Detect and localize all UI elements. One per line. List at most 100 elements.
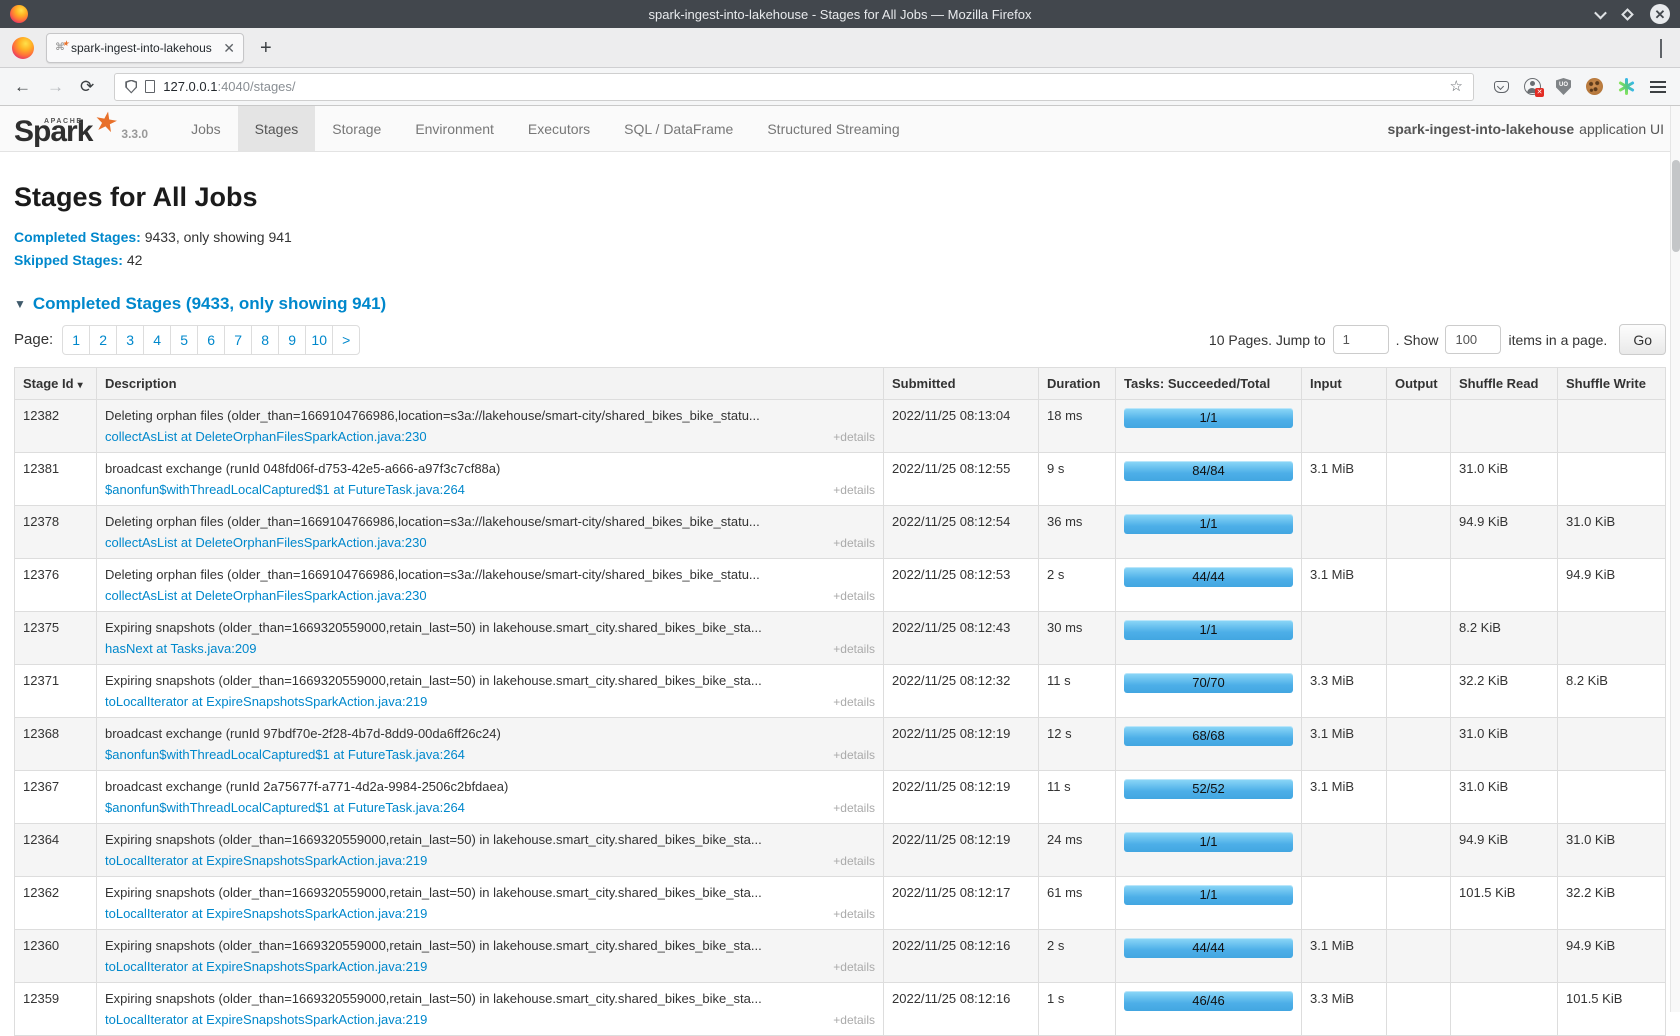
nav-item-storage[interactable]: Storage bbox=[315, 106, 398, 151]
details-toggle[interactable]: +details bbox=[833, 430, 875, 444]
details-toggle[interactable]: +details bbox=[833, 483, 875, 497]
output-cell bbox=[1387, 877, 1451, 930]
stage-callsite-link[interactable]: collectAsList at DeleteOrphanFilesSparkA… bbox=[105, 429, 427, 444]
column-header-description[interactable]: Description bbox=[97, 368, 884, 400]
details-toggle[interactable]: +details bbox=[833, 907, 875, 921]
reload-button[interactable]: ⟳ bbox=[80, 78, 94, 95]
page-button-9[interactable]: 9 bbox=[278, 325, 306, 355]
browser-tab[interactable]: ⌘★ spark-ingest-into-lakehous ✕ bbox=[46, 33, 244, 63]
nav-item-stages[interactable]: Stages bbox=[238, 106, 316, 151]
details-toggle[interactable]: +details bbox=[833, 642, 875, 656]
page-button-5[interactable]: 5 bbox=[170, 325, 198, 355]
ublock-origin-icon[interactable]: UO bbox=[1556, 78, 1571, 95]
details-toggle[interactable]: +details bbox=[833, 1013, 875, 1027]
stage-callsite-link[interactable]: toLocalIterator at ExpireSnapshotsSparkA… bbox=[105, 1012, 427, 1027]
details-toggle[interactable]: +details bbox=[833, 801, 875, 815]
page-button-8[interactable]: 8 bbox=[251, 325, 279, 355]
stage-id-cell: 12382 bbox=[15, 400, 97, 453]
details-toggle[interactable]: +details bbox=[833, 748, 875, 762]
section-title: Completed Stages (9433, only showing 941… bbox=[33, 294, 386, 314]
stage-callsite-link[interactable]: toLocalIterator at ExpireSnapshotsSparkA… bbox=[105, 906, 427, 921]
column-header-shuffle-read[interactable]: Shuffle Read bbox=[1451, 368, 1558, 400]
forward-button[interactable]: → bbox=[47, 78, 64, 95]
submitted-cell: 2022/11/25 08:12:32 bbox=[884, 665, 1039, 718]
nav-item-structured-streaming[interactable]: Structured Streaming bbox=[750, 106, 916, 151]
page-content: Stages for All Jobs Completed Stages: 94… bbox=[0, 182, 1680, 1036]
nav-item-jobs[interactable]: Jobs bbox=[174, 106, 238, 151]
bookmark-star-icon[interactable]: ☆ bbox=[1450, 79, 1463, 94]
page-button-1[interactable]: 1 bbox=[62, 325, 90, 355]
minimize-icon[interactable] bbox=[1594, 6, 1607, 19]
column-header-label: Tasks: Succeeded/Total bbox=[1124, 376, 1270, 391]
menu-icon[interactable] bbox=[1650, 81, 1666, 93]
cookie-extension-icon[interactable] bbox=[1586, 78, 1603, 95]
page-button-7[interactable]: 7 bbox=[224, 325, 252, 355]
details-toggle[interactable]: +details bbox=[833, 695, 875, 709]
stage-callsite-link[interactable]: toLocalIterator at ExpireSnapshotsSparkA… bbox=[105, 959, 427, 974]
details-toggle[interactable]: +details bbox=[833, 589, 875, 603]
spark-logo[interactable]: APACHE Spark ★ 3.3.0 bbox=[0, 106, 156, 151]
new-tab-button[interactable]: + bbox=[260, 38, 272, 58]
stage-description: broadcast exchange (runId 048fd06f-d753-… bbox=[105, 461, 875, 476]
items-per-page-input[interactable] bbox=[1445, 325, 1501, 354]
page-button-3[interactable]: 3 bbox=[116, 325, 144, 355]
details-toggle[interactable]: +details bbox=[833, 536, 875, 550]
submitted-cell: 2022/11/25 08:12:55 bbox=[884, 453, 1039, 506]
column-header-duration[interactable]: Duration bbox=[1039, 368, 1116, 400]
page-button-next[interactable]: > bbox=[332, 325, 360, 355]
stage-callsite-link[interactable]: $anonfun$withThreadLocalCaptured$1 at Fu… bbox=[105, 800, 465, 815]
column-header-tasks-succeeded-total[interactable]: Tasks: Succeeded/Total bbox=[1116, 368, 1302, 400]
completed-stages-stat: Completed Stages: 9433, only showing 941 bbox=[14, 229, 1680, 245]
account-icon[interactable]: ✕ bbox=[1524, 78, 1541, 95]
nav-item-environment[interactable]: Environment bbox=[398, 106, 511, 151]
jump-to-page-input[interactable] bbox=[1333, 325, 1389, 354]
column-header-label: Stage Id bbox=[23, 376, 74, 391]
site-info-icon[interactable] bbox=[145, 80, 155, 93]
page-scrollbar[interactable] bbox=[1670, 106, 1680, 1012]
scrollbar-thumb[interactable] bbox=[1672, 160, 1680, 252]
asterisk-extension-icon[interactable] bbox=[1618, 78, 1635, 95]
stage-callsite-link[interactable]: toLocalIterator at ExpireSnapshotsSparkA… bbox=[105, 853, 427, 868]
back-button[interactable]: ← bbox=[14, 78, 31, 95]
page-button-4[interactable]: 4 bbox=[143, 325, 171, 355]
stage-id-cell: 12364 bbox=[15, 824, 97, 877]
skipped-stages-link[interactable]: Skipped Stages: bbox=[14, 252, 123, 268]
submitted-cell: 2022/11/25 08:13:04 bbox=[884, 400, 1039, 453]
column-header-shuffle-write[interactable]: Shuffle Write bbox=[1558, 368, 1666, 400]
list-all-tabs-chevron-icon[interactable] bbox=[1660, 39, 1668, 57]
column-header-stage-id[interactable]: Stage Id▾ bbox=[15, 368, 97, 400]
restore-icon[interactable] bbox=[1621, 8, 1634, 21]
stage-id-cell: 12359 bbox=[15, 983, 97, 1036]
tracking-protection-shield-icon[interactable] bbox=[125, 80, 137, 94]
page-button-10[interactable]: 10 bbox=[305, 325, 333, 355]
close-window-icon[interactable]: ✕ bbox=[1650, 4, 1670, 24]
column-header-output[interactable]: Output bbox=[1387, 368, 1451, 400]
url-text[interactable]: 127.0.0.1:4040/stages/ bbox=[163, 79, 1441, 94]
stage-callsite-link[interactable]: $anonfun$withThreadLocalCaptured$1 at Fu… bbox=[105, 747, 465, 762]
stage-callsite-link[interactable]: collectAsList at DeleteOrphanFilesSparkA… bbox=[105, 535, 427, 550]
stage-callsite-link[interactable]: toLocalIterator at ExpireSnapshotsSparkA… bbox=[105, 694, 427, 709]
nav-item-executors[interactable]: Executors bbox=[511, 106, 607, 151]
column-header-submitted[interactable]: Submitted bbox=[884, 368, 1039, 400]
task-progress-bar: 70/70 bbox=[1124, 673, 1293, 693]
page-button-6[interactable]: 6 bbox=[197, 325, 225, 355]
go-button[interactable]: Go bbox=[1619, 324, 1666, 355]
url-bar[interactable]: 127.0.0.1:4040/stages/ ☆ bbox=[114, 73, 1474, 101]
description-cell: broadcast exchange (runId 97bdf70e-2f28-… bbox=[97, 718, 884, 771]
column-header-label: Output bbox=[1395, 376, 1438, 391]
stage-callsite-link[interactable]: $anonfun$withThreadLocalCaptured$1 at Fu… bbox=[105, 482, 465, 497]
completed-stages-link[interactable]: Completed Stages: bbox=[14, 229, 141, 245]
stage-callsite-link[interactable]: collectAsList at DeleteOrphanFilesSparkA… bbox=[105, 588, 427, 603]
details-toggle[interactable]: +details bbox=[833, 854, 875, 868]
completed-stages-section-header[interactable]: ▼ Completed Stages (9433, only showing 9… bbox=[14, 294, 1680, 314]
close-tab-icon[interactable]: ✕ bbox=[223, 41, 235, 55]
shuffle-read-cell: 32.2 KiB bbox=[1451, 665, 1558, 718]
stage-id-cell: 12371 bbox=[15, 665, 97, 718]
page-button-2[interactable]: 2 bbox=[89, 325, 117, 355]
stage-callsite-link[interactable]: hasNext at Tasks.java:209 bbox=[105, 641, 257, 656]
nav-item-sql-dataframe[interactable]: SQL / DataFrame bbox=[607, 106, 750, 151]
shuffle-write-cell bbox=[1558, 718, 1666, 771]
details-toggle[interactable]: +details bbox=[833, 960, 875, 974]
column-header-input[interactable]: Input bbox=[1302, 368, 1387, 400]
pocket-icon[interactable] bbox=[1494, 81, 1509, 93]
